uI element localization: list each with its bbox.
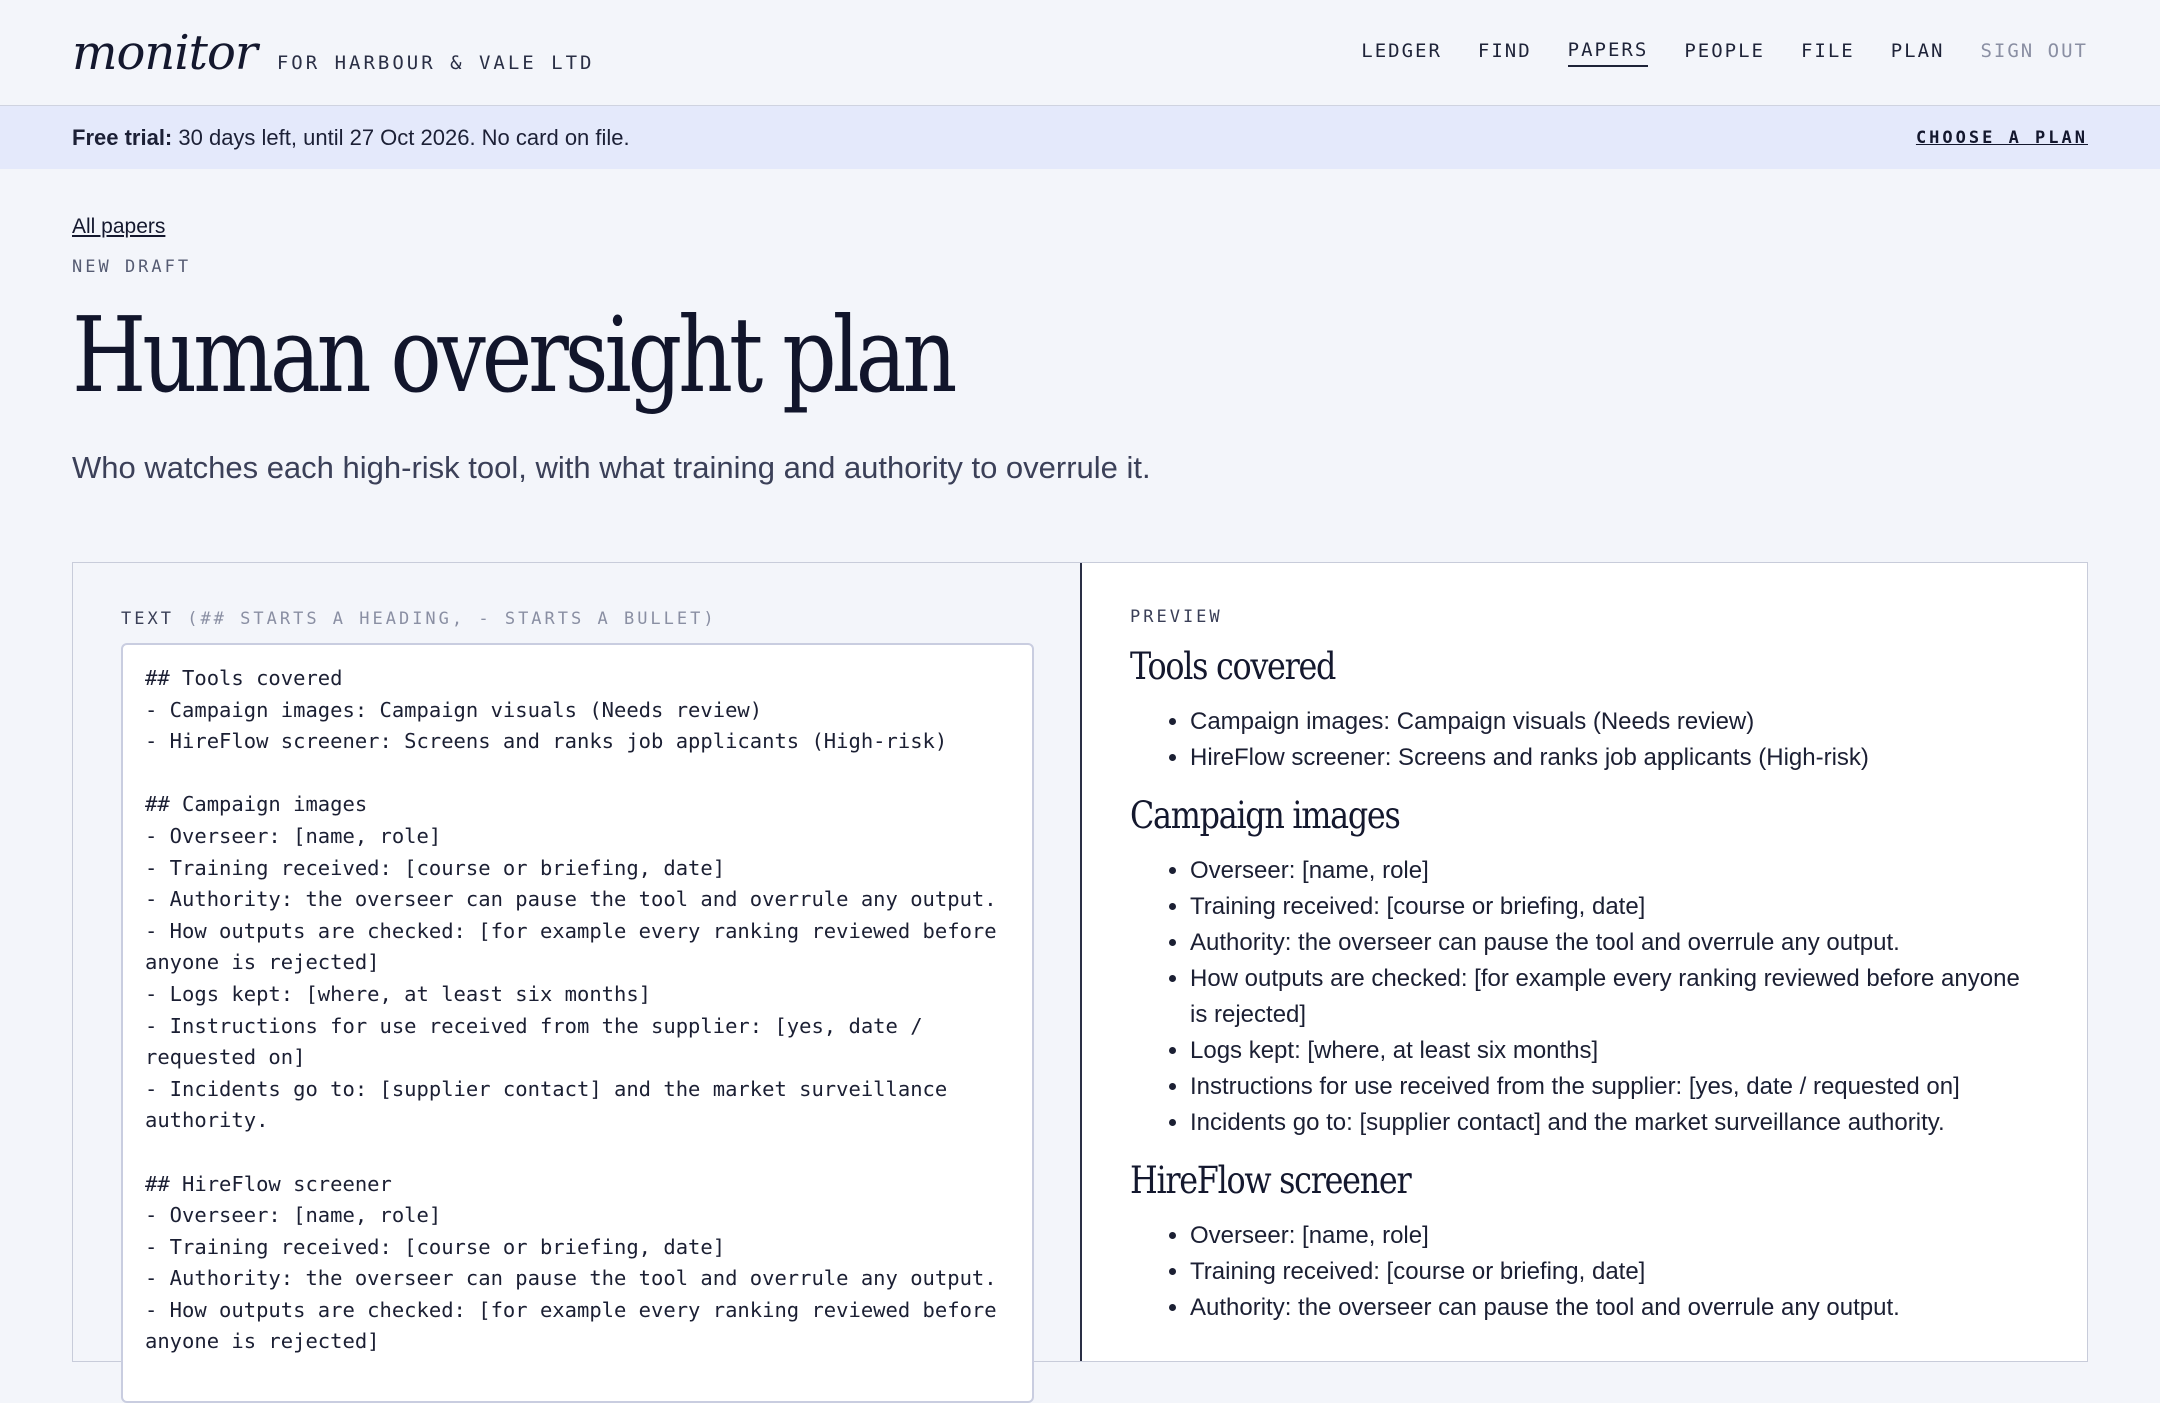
markdown-textarea[interactable]: ## Tools covered - Campaign images: Camp… — [121, 643, 1034, 1403]
preview-list: Campaign images: Campaign visuals (Needs… — [1130, 704, 2039, 776]
preview-list-item: How outputs are checked: [for example ev… — [1190, 961, 2039, 1033]
preview-list: Overseer: [name, role] Training received… — [1130, 1218, 2039, 1326]
all-papers-link[interactable]: All papers — [72, 215, 165, 239]
preview-label: PREVIEW — [1130, 607, 1223, 627]
nav-file[interactable]: FILE — [1801, 40, 1855, 66]
preview-list-item: Training received: [course or briefing, … — [1190, 1254, 2039, 1290]
main-content: All papers NEW DRAFT Human oversight pla… — [0, 169, 2160, 490]
trial-label: Free trial: — [72, 124, 173, 150]
text-label-title: TEXT — [121, 609, 174, 629]
nav-papers[interactable]: PAPERS — [1567, 39, 1649, 67]
preview-list-item: Authority: the overseer can pause the to… — [1190, 925, 2039, 961]
text-label: TEXT (## STARTS A HEADING, - STARTS A BU… — [121, 609, 1032, 629]
nav-plan[interactable]: PLAN — [1891, 40, 1945, 66]
sign-out-link[interactable]: SIGN OUT — [1980, 40, 2088, 66]
preview-list-item: Incidents go to: [supplier contact] and … — [1190, 1105, 2039, 1141]
preview-heading: Campaign images — [1130, 794, 1401, 837]
preview-heading: HireFlow screener — [1130, 1159, 1412, 1202]
page-subtitle: Who watches each high-risk tool, with wh… — [72, 450, 1151, 485]
preview-list-item: Logs kept: [where, at least six months] — [1190, 1033, 2039, 1069]
main-nav: LEDGER FIND PAPERS PEOPLE FILE PLAN SIGN… — [1361, 39, 2088, 67]
preview-heading: Tools covered — [1130, 645, 1336, 688]
nav-people[interactable]: PEOPLE — [1684, 40, 1765, 66]
top-bar: monitor FOR HARBOUR & VALE LTD LEDGER FI… — [0, 0, 2160, 106]
preview-list-item: Campaign images: Campaign visuals (Needs… — [1190, 704, 2039, 740]
preview-list-item: HireFlow screener: Screens and ranks job… — [1190, 740, 2039, 776]
trial-banner: Free trial: 30 days left, until 27 Oct 2… — [0, 106, 2160, 169]
page-title: Human oversight plan — [72, 294, 957, 416]
logo[interactable]: monitor — [72, 25, 258, 81]
preview-list-item: Instructions for use received from the s… — [1190, 1069, 2039, 1105]
draft-status: NEW DRAFT — [72, 257, 192, 277]
preview-pane: PREVIEW Tools covered Campaign images: C… — [1082, 563, 2087, 1361]
text-pane: TEXT (## STARTS A HEADING, - STARTS A BU… — [73, 563, 1082, 1403]
preview-list: Overseer: [name, role] Training received… — [1130, 853, 2039, 1141]
trial-text: 30 days left, until 27 Oct 2026. No card… — [172, 124, 630, 150]
nav-ledger[interactable]: LEDGER — [1361, 40, 1442, 66]
editor-panel: TEXT (## STARTS A HEADING, - STARTS A BU… — [72, 562, 2088, 1403]
preview-list-item: Overseer: [name, role] — [1190, 1218, 2039, 1254]
client-name: FOR HARBOUR & VALE LTD — [276, 51, 595, 74]
brand: monitor FOR HARBOUR & VALE LTD — [72, 25, 594, 81]
preview-list-item: Training received: [course or briefing, … — [1190, 889, 2039, 925]
preview-list-item: Overseer: [name, role] — [1190, 853, 2039, 889]
nav-find[interactable]: FIND — [1478, 40, 1532, 66]
choose-plan-link[interactable]: CHOOSE A PLAN — [1916, 128, 2088, 148]
preview-list-item: Authority: the overseer can pause the to… — [1190, 1290, 2039, 1326]
trial-message: Free trial: 30 days left, until 27 Oct 2… — [72, 125, 630, 151]
text-label-hint: (## STARTS A HEADING, - STARTS A BULLET) — [187, 609, 717, 629]
